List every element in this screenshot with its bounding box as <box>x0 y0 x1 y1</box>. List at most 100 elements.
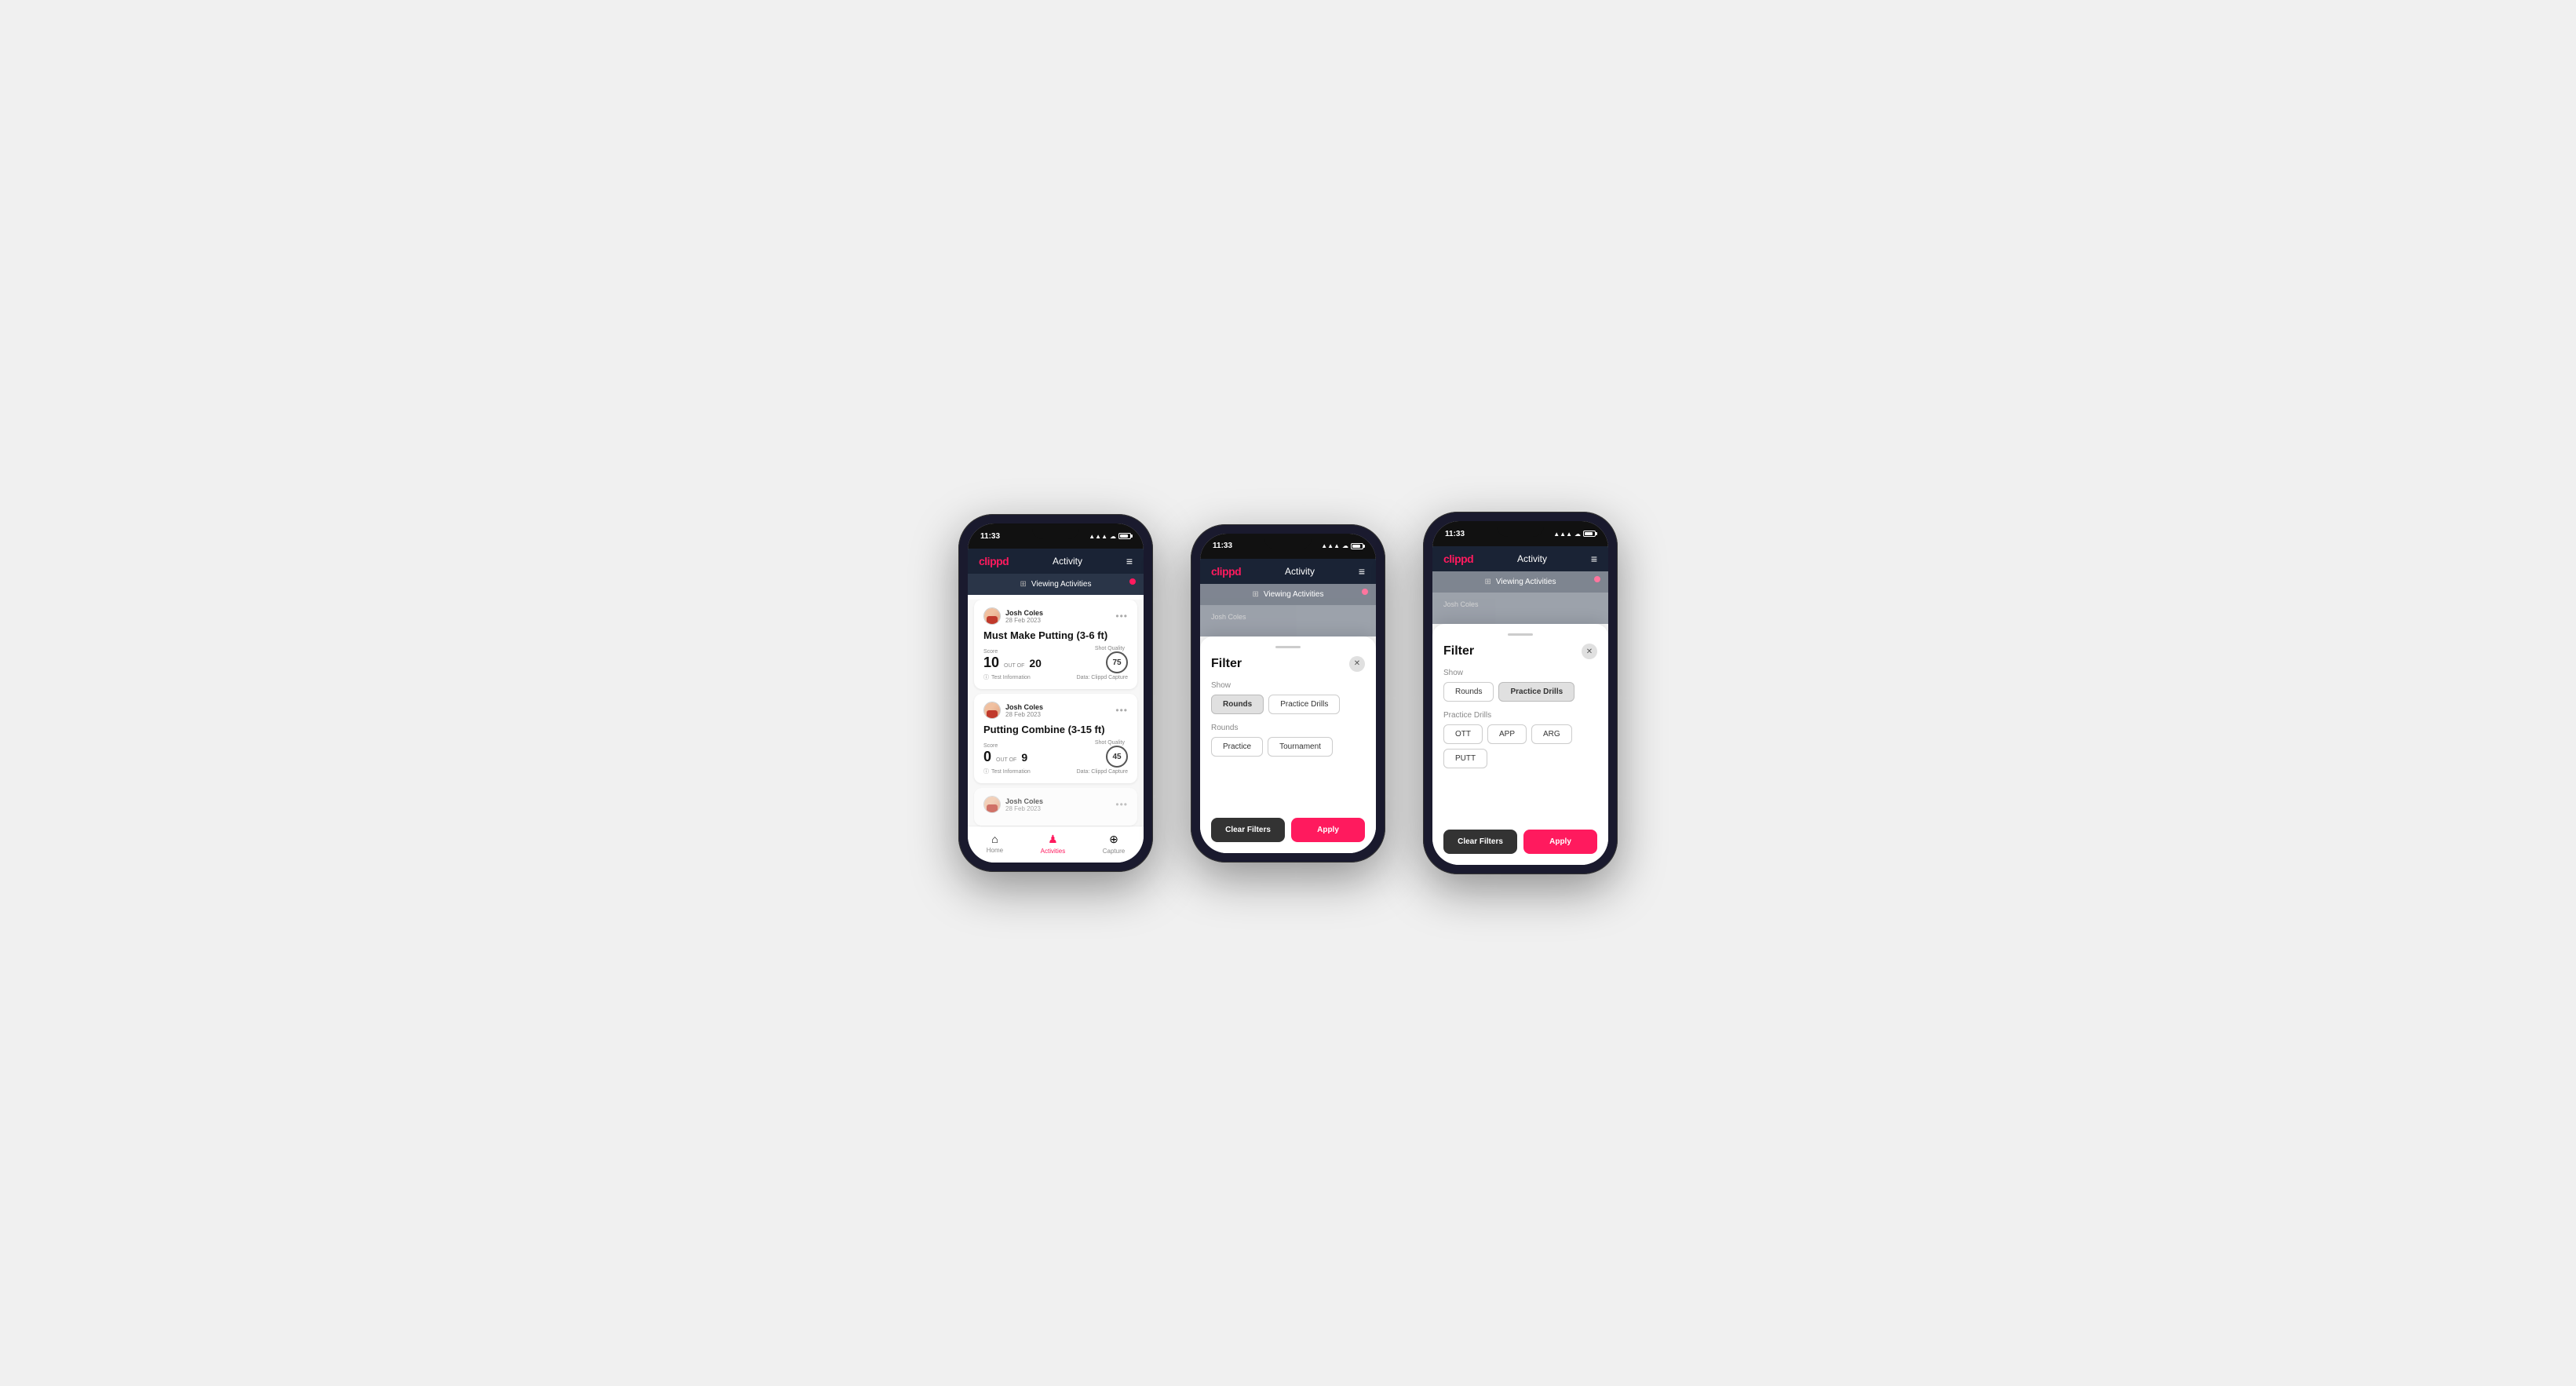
spacer-2 <box>1211 766 1365 805</box>
nav-capture[interactable]: ⊕ Capture <box>1103 833 1125 855</box>
status-time-1: 11:33 <box>980 532 1000 541</box>
card-header-1: Josh Coles 28 Feb 2023 ••• <box>983 607 1128 625</box>
score-row-2: 0 OUT OF 9 <box>983 749 1027 765</box>
stats-container-2: Score 0 OUT OF 9 Shot Quality 45 <box>983 740 1128 768</box>
dots-menu-2[interactable]: ••• <box>1115 705 1128 716</box>
battery-icon-3 <box>1583 531 1596 537</box>
filter-header-2: Filter ✕ <box>1211 656 1365 672</box>
card-footer-2: ⓘ Test Information Data: Clippd Capture <box>983 768 1128 775</box>
battery-icon-2 <box>1351 543 1363 549</box>
info-text-1: ⓘ Test Information <box>983 673 1031 681</box>
phone-3-content: ⊞ Viewing Activities Josh Coles Filter ✕… <box>1432 571 1608 865</box>
status-bar-2: 11:33 ▲▲▲ ☁ <box>1200 534 1376 559</box>
logo-1: clippd <box>979 555 1009 567</box>
capture-label: Capture <box>1103 848 1125 855</box>
show-buttons-3: Rounds Practice Drills <box>1443 682 1597 702</box>
app-header-3: clippd Activity ≡ <box>1432 546 1608 571</box>
sq-label-1: Shot Quality <box>1095 646 1125 651</box>
clear-filters-btn-2[interactable]: Clear Filters <box>1211 818 1285 842</box>
header-title-3: Activity <box>1517 553 1547 564</box>
rounds-buttons-2: Practice Tournament <box>1211 737 1365 757</box>
phone-2: 11:33 ▲▲▲ ☁ clippd Activity ≡ ⊞ Viewing … <box>1191 524 1385 863</box>
filter-sheet-3: Filter ✕ Show Rounds Practice Drills Pra… <box>1432 624 1608 865</box>
clear-filters-btn-3[interactable]: Clear Filters <box>1443 830 1517 854</box>
activity-card-1[interactable]: Josh Coles 28 Feb 2023 ••• Must Make Put… <box>974 600 1137 689</box>
card-title-1: Must Make Putting (3-6 ft) <box>983 629 1128 641</box>
rounds-show-btn-3[interactable]: Rounds <box>1443 682 1494 702</box>
score-section-1: Score 10 OUT OF 20 <box>983 649 1042 671</box>
ott-btn-3[interactable]: OTT <box>1443 724 1483 744</box>
filter-header-3: Filter ✕ <box>1443 644 1597 659</box>
signal-icon-3: ▲▲▲ <box>1553 531 1572 538</box>
user-name-3: Josh Coles <box>1005 797 1043 805</box>
activity-card-2[interactable]: Josh Coles 28 Feb 2023 ••• Putting Combi… <box>974 694 1137 783</box>
avatar-2 <box>983 702 1001 719</box>
close-button-2[interactable]: ✕ <box>1349 656 1365 672</box>
signal-icon-2: ▲▲▲ <box>1321 542 1340 549</box>
close-button-3[interactable]: ✕ <box>1582 644 1597 659</box>
card-footer-1: ⓘ Test Information Data: Clippd Capture <box>983 673 1128 681</box>
arg-btn-3[interactable]: ARG <box>1531 724 1572 744</box>
shot-quality-section-2: Shot Quality 45 <box>1095 740 1128 768</box>
activity-list-1: Josh Coles 28 Feb 2023 ••• Must Make Put… <box>968 600 1144 826</box>
putt-btn-3[interactable]: PUTT <box>1443 749 1487 768</box>
info-icon-2: ⓘ <box>983 768 989 775</box>
status-bar-3: 11:33 ▲▲▲ ☁ <box>1432 521 1608 546</box>
rounds-show-btn-2[interactable]: Rounds <box>1211 695 1264 714</box>
menu-icon-3[interactable]: ≡ <box>1591 553 1597 565</box>
red-dot-1 <box>1129 578 1136 585</box>
viewing-bar-3-dimmed: ⊞ Viewing Activities <box>1432 571 1608 593</box>
practice-btn-2[interactable]: Practice <box>1211 737 1263 757</box>
app-header-2: clippd Activity ≡ <box>1200 559 1376 584</box>
red-dot-2 <box>1362 589 1368 595</box>
user-date-3: 28 Feb 2023 <box>1005 805 1043 812</box>
dots-menu-3[interactable]: ••• <box>1115 799 1128 810</box>
sq-label-2: Shot Quality <box>1095 740 1125 746</box>
nav-home[interactable]: ⌂ Home <box>987 833 1003 855</box>
user-name-1: Josh Coles <box>1005 609 1043 617</box>
out-of-value-1: 20 <box>1029 657 1042 669</box>
logo-3: clippd <box>1443 553 1473 565</box>
show-buttons-2: Rounds Practice Drills <box>1211 695 1365 714</box>
show-label-3: Show <box>1443 669 1597 677</box>
spacer-3 <box>1443 778 1597 817</box>
show-label-2: Show <box>1211 681 1365 690</box>
avatar-3 <box>983 796 1001 813</box>
menu-icon-1[interactable]: ≡ <box>1126 555 1133 567</box>
status-icons-3: ▲▲▲ ☁ <box>1553 531 1596 538</box>
practice-drills-show-btn-3[interactable]: Practice Drills <box>1498 682 1574 702</box>
app-btn-3[interactable]: APP <box>1487 724 1527 744</box>
info-icon-1: ⓘ <box>983 673 989 681</box>
battery-icon <box>1118 533 1131 539</box>
drills-buttons-3: OTT APP ARG PUTT <box>1443 724 1597 768</box>
card-header-3: Josh Coles 28 Feb 2023 ••• <box>983 796 1128 813</box>
card-header-2: Josh Coles 28 Feb 2023 ••• <box>983 702 1128 719</box>
activities-icon: ♟ <box>1048 833 1058 846</box>
avatar-1 <box>983 607 1001 625</box>
red-dot-3 <box>1594 576 1600 582</box>
score-section-2: Score 0 OUT OF 9 <box>983 743 1027 765</box>
activity-card-3[interactable]: Josh Coles 28 Feb 2023 ••• <box>974 788 1137 826</box>
apply-btn-3[interactable]: Apply <box>1523 830 1597 854</box>
header-title-2: Activity <box>1285 566 1315 577</box>
scene: 11:33 ▲▲▲ ☁ clippd Activity ≡ ⊞ Viewing … <box>927 465 1649 921</box>
viewing-bar-1[interactable]: ⊞ Viewing Activities <box>968 574 1144 595</box>
menu-icon-2[interactable]: ≡ <box>1359 565 1365 578</box>
practice-drills-show-btn-2[interactable]: Practice Drills <box>1268 695 1340 714</box>
logo-2: clippd <box>1211 565 1241 578</box>
tournament-btn-2[interactable]: Tournament <box>1268 737 1333 757</box>
user-details-2: Josh Coles 28 Feb 2023 <box>1005 703 1043 718</box>
status-time-3: 11:33 <box>1445 530 1465 538</box>
score-value-2: 0 <box>983 749 991 765</box>
sheet-handle-3 <box>1508 633 1533 636</box>
wifi-icon-2: ☁ <box>1342 542 1348 549</box>
filter-sheet-2: Filter ✕ Show Rounds Practice Drills Rou… <box>1200 636 1376 853</box>
dots-menu-1[interactable]: ••• <box>1115 611 1128 622</box>
nav-activities[interactable]: ♟ Activities <box>1041 833 1066 855</box>
dimmed-content-2: Josh Coles <box>1200 605 1376 636</box>
capture-icon: ⊕ <box>1109 833 1118 846</box>
user-info-2: Josh Coles 28 Feb 2023 <box>983 702 1043 719</box>
dimmed-content-3: Josh Coles <box>1432 593 1608 624</box>
home-label: Home <box>987 847 1003 854</box>
apply-btn-2[interactable]: Apply <box>1291 818 1365 842</box>
